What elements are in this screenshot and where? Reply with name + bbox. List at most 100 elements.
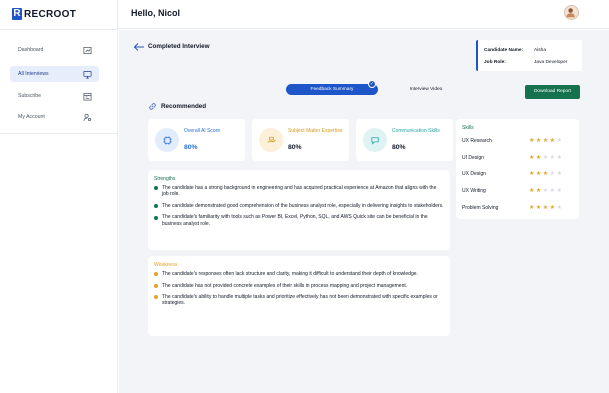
star-icon: ★ [556, 138, 562, 145]
stat-card-overall-ai-score: Overall AI Score 80% [148, 119, 245, 161]
calendar-icon [83, 92, 92, 101]
monitor-icon [83, 70, 92, 79]
list-item: The candidate's familiarity with tools s… [154, 214, 444, 227]
skills-card: Skills UX Research ★ ★ ★ ★ ★ UI Design ★ ★ ★ ★ ★ UX … [456, 119, 579, 219]
sidebar-item-label: All Interviews [18, 71, 49, 77]
star-icon: ★ [556, 154, 562, 161]
recommended-heading: Recommended [148, 102, 206, 111]
top-header: Hello, Nicol [118, 0, 609, 29]
candidate-name-label: Candidate Name: [484, 47, 524, 53]
star-icon: ★ [556, 171, 562, 178]
tab-bar: Feedback Summary ✓ Interview Video [286, 80, 466, 95]
bullet-dot [154, 186, 158, 191]
star-rating: ★ ★ ★ ★ ★ [529, 155, 573, 161]
list-item: The candidate's ability to handle multip… [154, 294, 444, 306]
tab-feedback-summary[interactable]: Feedback Summary [286, 84, 378, 95]
skill-name: UX Writing [462, 188, 486, 195]
speech-icon [363, 128, 387, 152]
skill-name: UX Design [462, 171, 486, 178]
job-role-value: Java Developer [534, 59, 568, 65]
sidebar-item-my-account[interactable]: My Account [10, 109, 99, 125]
divider [0, 133, 118, 134]
divider [0, 29, 118, 30]
tab-interview-video[interactable]: Interview Video [390, 84, 462, 95]
star-icon: ★ [535, 154, 542, 161]
chart-icon [83, 46, 92, 55]
stat-label: Communication Skills [392, 128, 440, 134]
bullet-dot [154, 215, 158, 220]
stat-label: Overall AI Score [184, 128, 221, 134]
skill-name: Problem Solving [462, 204, 499, 211]
star-icon: ★ [535, 138, 542, 145]
skill-row: UX Design ★ ★ ★ ★ ★ [462, 166, 573, 183]
bullet-dot [154, 272, 158, 277]
stat-value: 80% [184, 144, 198, 151]
bullet-dot [154, 283, 158, 288]
logo[interactable]: R RECROOT [12, 8, 76, 20]
greeting-text: Hello, Nicol [131, 8, 181, 18]
star-icon: ★ [529, 154, 535, 161]
sidebar-item-dashboard[interactable]: Dashboard [10, 42, 99, 58]
strength-text: The candidate demonstrated good comprehe… [162, 202, 444, 209]
star-icon: ★ [549, 138, 556, 145]
star-icon: ★ [529, 171, 535, 178]
user-settings-icon [83, 113, 92, 122]
sidebar-item-label: My Account [18, 114, 45, 120]
star-icon: ★ [542, 138, 549, 145]
sidebar: R RECROOT Dashboard All Interviews Subsc… [0, 0, 118, 393]
skill-row: UX Research ★ ★ ★ ★ ★ [462, 133, 573, 150]
weakness-text: The candidate's responses often lack str… [162, 271, 418, 277]
download-report-button[interactable]: Download Report [525, 85, 580, 99]
job-role-label: Job Role: [484, 59, 506, 65]
stat-card-subject-matter-expertise: Subject Matter Expertise 80% [252, 119, 349, 161]
weakness-card: Weakness The candidate's responses often… [148, 256, 450, 336]
skills-list: UX Research ★ ★ ★ ★ ★ UI Design ★ ★ ★ ★ ★ UX Design ★… [462, 133, 573, 216]
sidebar-item-all-interviews[interactable]: All Interviews [10, 66, 99, 82]
sidebar-item-label: Dashboard [18, 47, 44, 53]
star-icon: ★ [542, 204, 549, 211]
list-item: The candidate has not provided concrete … [154, 283, 444, 289]
star-rating: ★ ★ ★ ★ ★ [529, 205, 573, 211]
star-rating: ★ ★ ★ ★ ★ [529, 188, 573, 194]
strengths-title: Strengths [154, 176, 176, 182]
strengths-card: Strengths The candidate has a strong bac… [148, 170, 450, 250]
strength-text: The candidate has a strong background in… [162, 185, 437, 198]
star-rating: ★ ★ ★ ★ ★ [529, 171, 573, 177]
weakness-text: The candidate's ability to handle multip… [162, 294, 438, 307]
star-icon: ★ [542, 171, 549, 178]
logo-text: RECROOT [24, 8, 77, 20]
user-avatar-icon[interactable] [564, 5, 579, 20]
book-hand-icon [259, 128, 283, 152]
arrow-left-icon[interactable] [133, 39, 145, 51]
sidebar-item-label: Subscribe [18, 93, 42, 99]
recommended-label: Recommended [161, 103, 207, 110]
list-item: The candidate's responses often lack str… [154, 271, 444, 277]
check-icon: ✓ [368, 80, 376, 88]
star-icon: ★ [542, 154, 549, 161]
star-icon: ★ [549, 204, 556, 211]
bullet-dot [154, 203, 158, 208]
list-item: The candidate demonstrated good comprehe… [154, 203, 444, 209]
bullet-dot [154, 295, 158, 300]
candidate-name-value: Aisha [534, 47, 546, 53]
ai-chip-icon [155, 128, 179, 152]
candidate-info-card: Candidate Name: Aisha Job Role: Java Dev… [476, 40, 582, 71]
stat-value: 80% [288, 144, 302, 151]
sidebar-item-subscribe[interactable]: Subscribe [10, 88, 99, 104]
logo-mark: R [12, 8, 22, 20]
star-icon: ★ [549, 154, 556, 161]
star-icon: ★ [542, 188, 549, 195]
star-icon: ★ [549, 171, 556, 178]
page-title: Completed Interview [148, 43, 210, 50]
stat-card-communication-skills: Communication Skills 80% [356, 119, 453, 161]
strength-text: The candidate's familiarity with tools s… [162, 214, 428, 227]
star-icon: ★ [535, 188, 542, 195]
skill-row: Problem Solving ★ ★ ★ ★ ★ [462, 199, 573, 216]
star-icon: ★ [529, 188, 535, 195]
weakness-text: The candidate has not provided concrete … [162, 282, 408, 289]
star-icon: ★ [556, 204, 562, 211]
star-icon: ★ [549, 188, 556, 195]
weakness-title: Weakness [154, 262, 178, 268]
star-icon: ★ [556, 188, 562, 195]
stat-value: 80% [392, 144, 406, 151]
